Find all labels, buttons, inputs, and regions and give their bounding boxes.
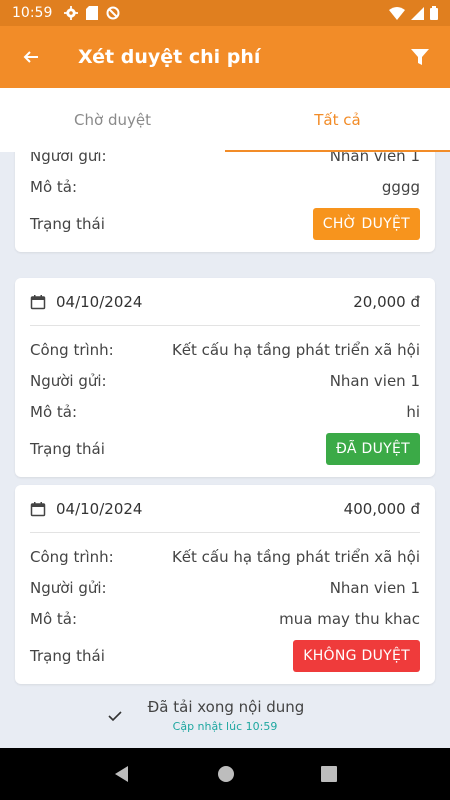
status-label: Trạng thái — [30, 440, 105, 458]
description-label: Mô tả: — [30, 177, 78, 196]
nav-home-icon[interactable] — [217, 765, 235, 783]
expense-card[interactable]: Người gửi: Nhan vien 1 Mô tả: gggg Trạng… — [15, 152, 435, 252]
calendar-icon — [30, 294, 46, 309]
nav-recents-icon[interactable] — [321, 766, 337, 782]
sender-value: Nhan vien 1 — [329, 152, 420, 165]
status-badge[interactable]: ĐÃ DUYỆT — [325, 433, 420, 465]
tab-all[interactable]: Tất cả — [225, 88, 450, 152]
sd-card-icon — [86, 6, 99, 20]
filter-icon — [411, 49, 429, 65]
status-label: Trạng thái — [30, 215, 105, 233]
description-label: Mô tả: — [30, 609, 78, 628]
card-date: 04/10/2024 — [56, 292, 143, 311]
sender-value: Nhan vien 1 — [329, 371, 420, 390]
sender-label: Người gửi: — [30, 371, 107, 390]
signal-icon — [411, 6, 424, 20]
sender-row: Người gửi: Nhan vien 1 — [30, 152, 420, 171]
last-updated-text: Cập nhật lúc 10:59 — [172, 720, 278, 733]
sender-row: Người gửi: Nhan vien 1 — [30, 572, 420, 603]
tab-pending[interactable]: Chờ duyệt — [0, 88, 225, 152]
sender-value: Nhan vien 1 — [329, 578, 420, 597]
description-row: Mô tả: hi — [30, 396, 420, 427]
project-label: Công trình: — [30, 340, 114, 359]
status-row: Trạng thái KHÔNG DUYỆT — [30, 634, 420, 678]
project-label: Công trình: — [30, 547, 114, 566]
back-button[interactable] — [0, 26, 62, 88]
card-header: 04/10/2024 400,000 đ — [30, 485, 420, 533]
project-value: Kết cấu hạ tầng phát triển xã hội — [171, 547, 420, 566]
expense-list[interactable]: Người gửi: Nhan vien 1 Mô tả: gggg Trạng… — [0, 152, 450, 748]
card-date: 04/10/2024 — [56, 499, 143, 518]
card-amount: 20,000 đ — [353, 292, 420, 311]
card-header: 04/10/2024 20,000 đ — [30, 278, 420, 326]
sender-label: Người gửi: — [30, 152, 107, 165]
status-time: 10:59 — [12, 5, 53, 21]
expense-card[interactable]: 04/10/2024 20,000 đ Công trình: Kết cấu … — [15, 278, 435, 477]
description-label: Mô tả: — [30, 402, 78, 421]
load-complete-message: Đã tải xong nội dung — [147, 698, 305, 716]
card-amount: 400,000 đ — [343, 499, 420, 518]
page-title: Xét duyệt chi phí — [78, 46, 261, 68]
sender-row: Người gửi: Nhan vien 1 — [30, 365, 420, 396]
sender-label: Người gửi: — [30, 578, 107, 597]
calendar-icon — [30, 501, 46, 516]
tab-bar: Chờ duyệt Tất cả — [0, 88, 450, 152]
project-value: Kết cấu hạ tầng phát triển xã hội — [171, 340, 420, 359]
description-row: Mô tả: gggg — [30, 171, 420, 202]
expense-card[interactable]: 04/10/2024 400,000 đ Công trình: Kết cấu… — [15, 485, 435, 684]
system-nav-bar — [0, 748, 450, 800]
settings-icon — [64, 6, 79, 20]
status-badge[interactable]: KHÔNG DUYỆT — [293, 640, 420, 672]
description-value: mua may thu khac — [279, 609, 420, 628]
project-row: Công trình: Kết cấu hạ tầng phát triển x… — [30, 334, 420, 365]
description-value: hi — [406, 402, 420, 421]
status-row: Trạng thái ĐÃ DUYỆT — [30, 427, 420, 471]
status-label: Trạng thái — [30, 647, 105, 665]
wifi-icon — [389, 6, 405, 20]
status-bar: 10:59 — [0, 0, 450, 26]
arrow-left-icon — [23, 51, 38, 63]
status-badge[interactable]: CHỜ DUYỆT — [312, 208, 420, 240]
description-row: Mô tả: mua may thu khac — [30, 603, 420, 634]
status-row: Trạng thái CHỜ DUYỆT — [30, 202, 420, 246]
battery-icon — [430, 6, 438, 20]
description-value: gggg — [381, 177, 420, 196]
load-complete-footer: Đã tải xong nội dung Cập nhật lúc 10:59 — [0, 690, 450, 748]
filter-button[interactable] — [408, 45, 432, 69]
data-saver-icon — [106, 6, 120, 20]
app-bar: Xét duyệt chi phí — [0, 26, 450, 88]
nav-back-icon[interactable] — [113, 765, 131, 783]
project-row: Công trình: Kết cấu hạ tầng phát triển x… — [30, 541, 420, 572]
